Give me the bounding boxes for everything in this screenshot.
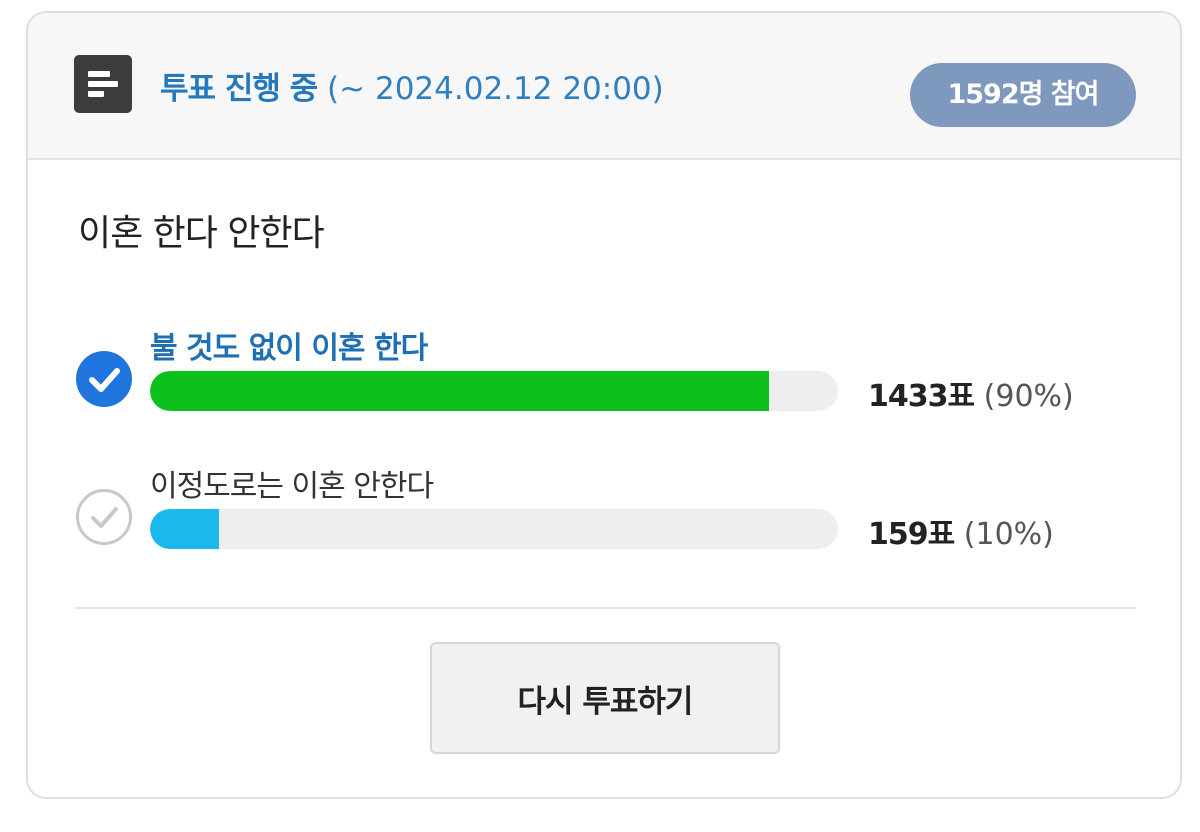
poll-header: 투표 진행 중 (~ 2024.02.12 20:00) 1592명 참여 [28,13,1180,160]
check-circle-outline-icon[interactable] [76,489,132,545]
option-vote-count-1: 1433표 [868,379,975,414]
option-label-1[interactable]: 불 것도 없이 이혼 한다 [150,329,428,369]
participants-badge: 1592명 참여 [910,63,1136,127]
option-bar-1 [150,371,838,411]
divider [74,607,1136,609]
poll-question: 이혼 한다 안한다 [78,213,325,254]
option-vote-count-2: 159표 [868,517,955,552]
option-bar-2 [150,509,838,549]
check-circle-filled-icon[interactable] [76,351,132,407]
option-bar-fill-1 [150,371,770,411]
option-label-2[interactable]: 이정도로는 이혼 안한다 [150,467,434,507]
poll-list-icon [74,55,132,113]
poll-status: 투표 진행 중 (~ 2024.02.12 20:00) [160,69,664,109]
option-vote-percent-1: (90%) [983,379,1074,414]
poll-status-label: 투표 진행 중 [160,71,318,107]
option-votes-1: 1433표 (90%) [868,377,1074,417]
revote-button[interactable]: 다시 투표하기 [430,642,780,754]
poll-deadline: (~ 2024.02.12 20:00) [327,71,664,107]
poll-card: 투표 진행 중 (~ 2024.02.12 20:00) 1592명 참여 이혼… [26,11,1182,799]
option-votes-2: 159표 (10%) [868,515,1054,555]
option-vote-percent-2: (10%) [963,517,1054,552]
option-bar-fill-2 [150,509,219,549]
